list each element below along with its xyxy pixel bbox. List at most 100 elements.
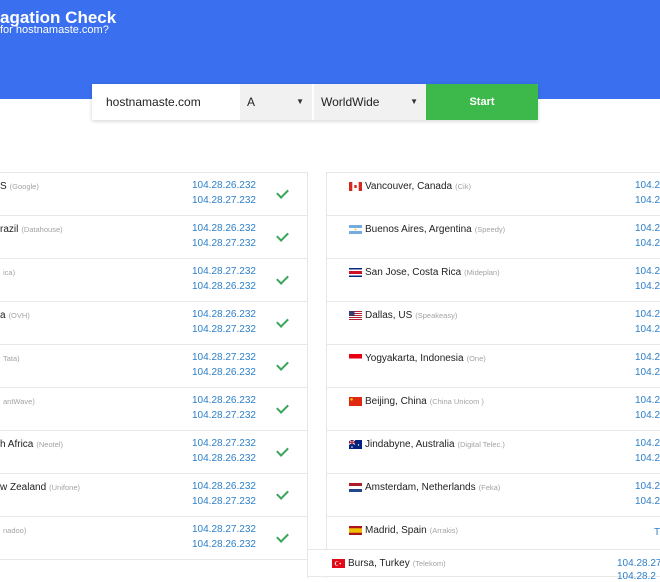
- ip-address: 104.2: [635, 223, 660, 234]
- location-label: Dallas, US (Speakeasy): [365, 310, 458, 321]
- check-icon: [276, 358, 289, 371]
- location-label: a (OVH): [0, 310, 30, 321]
- result-row: Dallas, US (Speakeasy) 104.2 104.2: [327, 302, 660, 345]
- ip-address: 104.28.26.232: [192, 453, 256, 464]
- provider-label: (Unifone): [49, 483, 80, 492]
- provider-label: (Speedy): [474, 225, 506, 234]
- provider-label: Tata): [3, 354, 20, 363]
- location-label: San Jose, Costa Rica (Mideplan): [365, 267, 500, 278]
- location-label: Bursa, Turkey (Telekom): [348, 558, 446, 569]
- provider-label: ica): [3, 268, 16, 277]
- provider-label: (Cik): [455, 182, 471, 191]
- ip-address: 104.2: [635, 352, 660, 363]
- region-select[interactable]: WorldWide ▼: [314, 84, 426, 120]
- ip-address: 104.2: [635, 438, 660, 449]
- page-subtitle: for hostnamaste.com?: [0, 24, 109, 36]
- ip-address: 104.28.26.232: [192, 223, 256, 234]
- location-label: Vancouver, Canada (Cik): [365, 181, 471, 192]
- ip-address: 104.2: [635, 309, 660, 320]
- chevron-down-icon: ▼: [296, 97, 304, 106]
- indonesia-flag-icon: [349, 354, 362, 363]
- check-icon: [276, 401, 289, 414]
- canada-flag-icon: [349, 182, 362, 191]
- domain-input[interactable]: [92, 84, 240, 120]
- spain-flag-icon: [349, 526, 362, 535]
- provider-label: (Telekom): [412, 559, 446, 568]
- result-row: ica) 104.28.27.232 104.28.26.232: [0, 259, 307, 302]
- results-right-column: Vancouver, Canada (Cik) 104.2 104.2 Bueno…: [326, 172, 660, 578]
- record-type-select[interactable]: A ▼: [240, 84, 314, 120]
- provider-label: (Datahouse): [21, 225, 63, 234]
- ip-address: 104.28.27.232: [192, 266, 256, 277]
- ip-address: 104.28.26.232: [192, 481, 256, 492]
- ip-address: 104.2: [635, 410, 660, 421]
- location-label: ica): [0, 267, 15, 278]
- ip-address: 104.28.27.232: [192, 238, 256, 249]
- location-label: Jindabyne, Australia (Digital Telec.): [365, 439, 505, 450]
- turkey-flag-icon: [332, 559, 345, 568]
- result-row: razil (Datahouse) 104.28.26.232 104.28.27…: [0, 216, 307, 259]
- start-button[interactable]: Start: [426, 84, 538, 120]
- provider-label: (Neotel): [36, 440, 64, 449]
- provider-label: (Google): [9, 182, 39, 191]
- ip-address: 104.2: [635, 238, 660, 249]
- results-left-column: S (Google) 104.28.26.232 104.28.27.232 ra…: [0, 172, 308, 578]
- ip-address: 104.2: [635, 180, 660, 191]
- provider-label: (One): [466, 354, 486, 363]
- provider-label: (OVH): [8, 311, 30, 320]
- location-label: antWave): [0, 396, 35, 407]
- ip-address: 104.2: [635, 395, 660, 406]
- check-icon: [276, 186, 289, 199]
- ip-address: 104.28.26.232: [192, 180, 256, 191]
- location-label: Beijing, China (China Unicom ): [365, 396, 484, 407]
- australia-flag-icon: [349, 440, 362, 449]
- ip-address: 104.28.27.232: [192, 324, 256, 335]
- ip-address: 104.2: [635, 281, 660, 292]
- location-label: w Zealand (Unifone): [0, 482, 80, 493]
- ip-address: 104.28.27: [617, 558, 660, 569]
- chevron-down-icon: ▼: [410, 97, 418, 106]
- ip-address: 104.28.27.232: [192, 496, 256, 507]
- ip-address: 104.28.26.232: [192, 281, 256, 292]
- location-label: razil (Datahouse): [0, 224, 63, 235]
- result-row: Jindabyne, Australia (Digital Telec.) 104…: [327, 431, 660, 474]
- ip-address: T: [654, 527, 660, 538]
- result-row: nadoo) 104.28.27.232 104.28.26.232: [0, 517, 307, 560]
- result-row: Buenos Aires, Argentina (Speedy) 104.2 10…: [327, 216, 660, 259]
- check-icon: [276, 530, 289, 543]
- location-label: h Africa (Neotel): [0, 439, 64, 450]
- location-label: Buenos Aires, Argentina (Speedy): [365, 224, 506, 235]
- result-row: Tata) 104.28.27.232 104.28.26.232: [0, 345, 307, 388]
- check-icon: [276, 487, 289, 500]
- check-icon: [276, 229, 289, 242]
- check-icon: [276, 444, 289, 457]
- ip-address: 104.28.27.232: [192, 438, 256, 449]
- provider-label: (Speakeasy): [415, 311, 458, 320]
- ip-address: 104.2: [635, 481, 660, 492]
- result-row: Madrid, Spain (Arrakis) T: [327, 517, 660, 550]
- ip-address: 104.28.26.232: [192, 539, 256, 550]
- location-label: Madrid, Spain (Arrakis): [365, 525, 459, 536]
- ip-address: 104.2: [635, 266, 660, 277]
- result-row: a (OVH) 104.28.26.232 104.28.27.232: [0, 302, 307, 345]
- ip-address: 104.28.26.232: [192, 309, 256, 320]
- result-row: San Jose, Costa Rica (Mideplan) 104.2 104…: [327, 259, 660, 302]
- provider-label: (Mideplan): [464, 268, 500, 277]
- ip-address: 104.2: [635, 324, 660, 335]
- netherlands-flag-icon: [349, 483, 362, 492]
- location-label: Tata): [0, 353, 20, 364]
- ip-address: 104.2: [635, 195, 660, 206]
- check-icon: [276, 272, 289, 285]
- result-row: w Zealand (Unifone) 104.28.26.232 104.28.…: [0, 474, 307, 517]
- result-row: Beijing, China (China Unicom ) 104.2 104.…: [327, 388, 660, 431]
- ip-address: 104.2: [635, 367, 660, 378]
- provider-label: (Digital Telec.): [457, 440, 505, 449]
- location-label: S (Google): [0, 181, 39, 192]
- provider-label: (China Unicom ): [429, 397, 484, 406]
- result-row: Amsterdam, Netherlands (Feka) 104.2 104.2: [327, 474, 660, 517]
- provider-label: (Arrakis): [429, 526, 459, 535]
- ip-address: 104.28.27.232: [192, 195, 256, 206]
- location-label: nadoo): [0, 525, 26, 536]
- lookup-toolbar: A ▼ WorldWide ▼ Start: [92, 84, 538, 120]
- result-row: Vancouver, Canada (Cik) 104.2 104.2: [327, 173, 660, 216]
